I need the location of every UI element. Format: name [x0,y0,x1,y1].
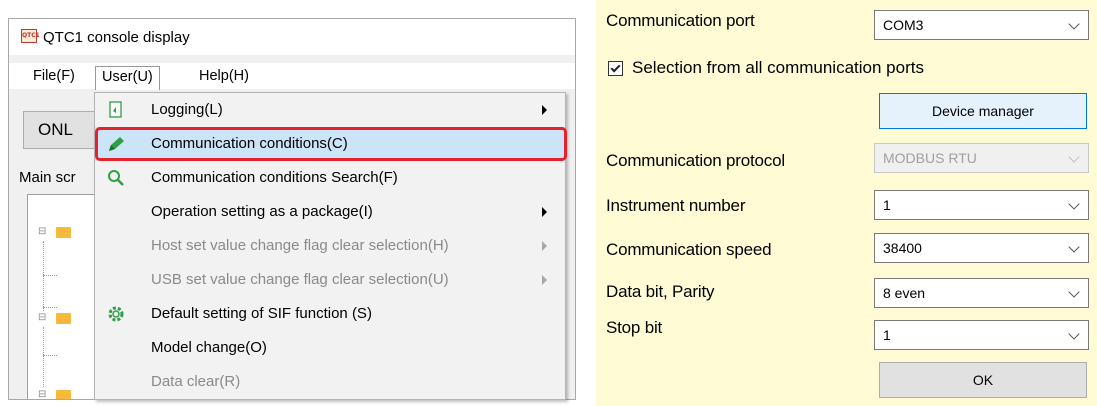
menu-item-logging[interactable]: Logging(L) [95,93,565,127]
chevron-down-icon [1068,241,1080,253]
tree-expander[interactable]: ⊟ [38,312,46,323]
menu-item-communication-conditions[interactable]: Communication conditions(C) [95,127,565,161]
instrument-value: 1 [883,197,891,213]
menu-item-operation-package[interactable]: Operation setting as a package(I) [95,195,565,229]
menu-item-label: Model change(O) [151,339,267,356]
window-title: QTC1 console display [43,29,190,46]
ok-button[interactable]: OK [879,362,1087,398]
stopbit-value: 1 [883,327,891,343]
protocol-label: Communication protocol [606,151,785,170]
submenu-arrow-icon [542,105,547,115]
chevron-down-icon [1068,198,1080,210]
databit-label: Data bit, Parity [606,282,715,301]
databit-value: 8 even [883,285,926,301]
tree-expander[interactable]: ⊟ [38,389,46,399]
folder-icon [56,313,71,324]
protocol-value: MODBUS RTU [883,150,977,166]
app-icon: QTC1 [21,29,40,43]
stopbit-select[interactable]: 1 [874,320,1089,350]
menu-file[interactable]: File(F) [27,66,81,88]
submenu-arrow-icon [542,241,547,251]
tree-line [43,307,57,308]
chevron-down-icon [1068,328,1080,340]
menu-item-label: Operation setting as a package(I) [151,203,373,220]
gear-icon [107,305,125,323]
port-value: COM3 [883,17,924,33]
menu-item-label: Default setting of SIF function (S) [151,305,372,322]
tree-line [43,275,57,276]
menu-item-communication-search[interactable]: Communication conditions Search(F) [95,161,565,195]
menu-item-label: USB set value change flag clear selectio… [151,271,449,288]
submenu-arrow-icon [542,207,547,217]
folder-icon [56,390,71,399]
all-ports-checkbox[interactable] [608,61,623,76]
menu-help[interactable]: Help(H) [193,66,255,88]
tree-expander[interactable]: ⊟ [38,226,46,237]
device-manager-button[interactable]: Device manager [879,93,1087,129]
port-label: Communication port [606,11,755,30]
menu-item-host-flag-clear[interactable]: Host set value change flag clear selecti… [95,229,565,263]
instrument-label: Instrument number [606,196,746,215]
main-screen-label: Main scr [19,169,76,186]
speed-value: 38400 [883,240,922,256]
menu-item-label: Host set value change flag clear selecti… [151,237,449,254]
stopbit-label: Stop bit [606,318,663,337]
protocol-select[interactable]: MODBUS RTU [874,143,1089,173]
menu-item-label: Communication conditions(C) [151,135,348,152]
checkmark-icon [610,62,621,73]
tree-line [43,241,44,311]
title-bar: QTC1 QTC1 console display [9,19,575,55]
folder-icon [56,227,71,238]
communication-settings-panel: Communication port COM3 Selection from a… [596,0,1097,406]
communication-pencil-icon [107,135,125,153]
menu-item-label: Communication conditions Search(F) [151,169,398,186]
menu-item-label: Data clear(R) [151,373,241,390]
menu-item-data-clear[interactable]: Data clear(R) [95,365,565,399]
menu-item-sif-default[interactable]: Default setting of SIF function (S) [95,297,565,331]
submenu-arrow-icon [542,275,547,285]
databit-select[interactable]: 8 even [874,278,1089,308]
speed-select[interactable]: 38400 [874,233,1089,263]
menu-item-label: Logging(L) [151,101,223,118]
search-icon [107,169,125,187]
tree-line [43,327,44,387]
speed-label: Communication speed [606,240,772,259]
all-ports-label: Selection from all communication ports [632,58,924,77]
instrument-select[interactable]: 1 [874,190,1089,220]
port-select[interactable]: COM3 [874,10,1089,40]
chevron-down-icon [1068,151,1080,163]
menu-bar: File(F) User(U) Help(H) [9,63,575,90]
logging-icon [107,101,125,119]
user-menu-dropdown: Logging(L) Communication conditions(C) C… [94,92,567,400]
menu-item-model-change[interactable]: Model change(O) [95,331,565,365]
menu-user[interactable]: User(U) [95,66,160,90]
tree-line [43,355,57,356]
chevron-down-icon [1068,18,1080,30]
chevron-down-icon [1068,286,1080,298]
menu-item-usb-flag-clear[interactable]: USB set value change flag clear selectio… [95,263,565,297]
